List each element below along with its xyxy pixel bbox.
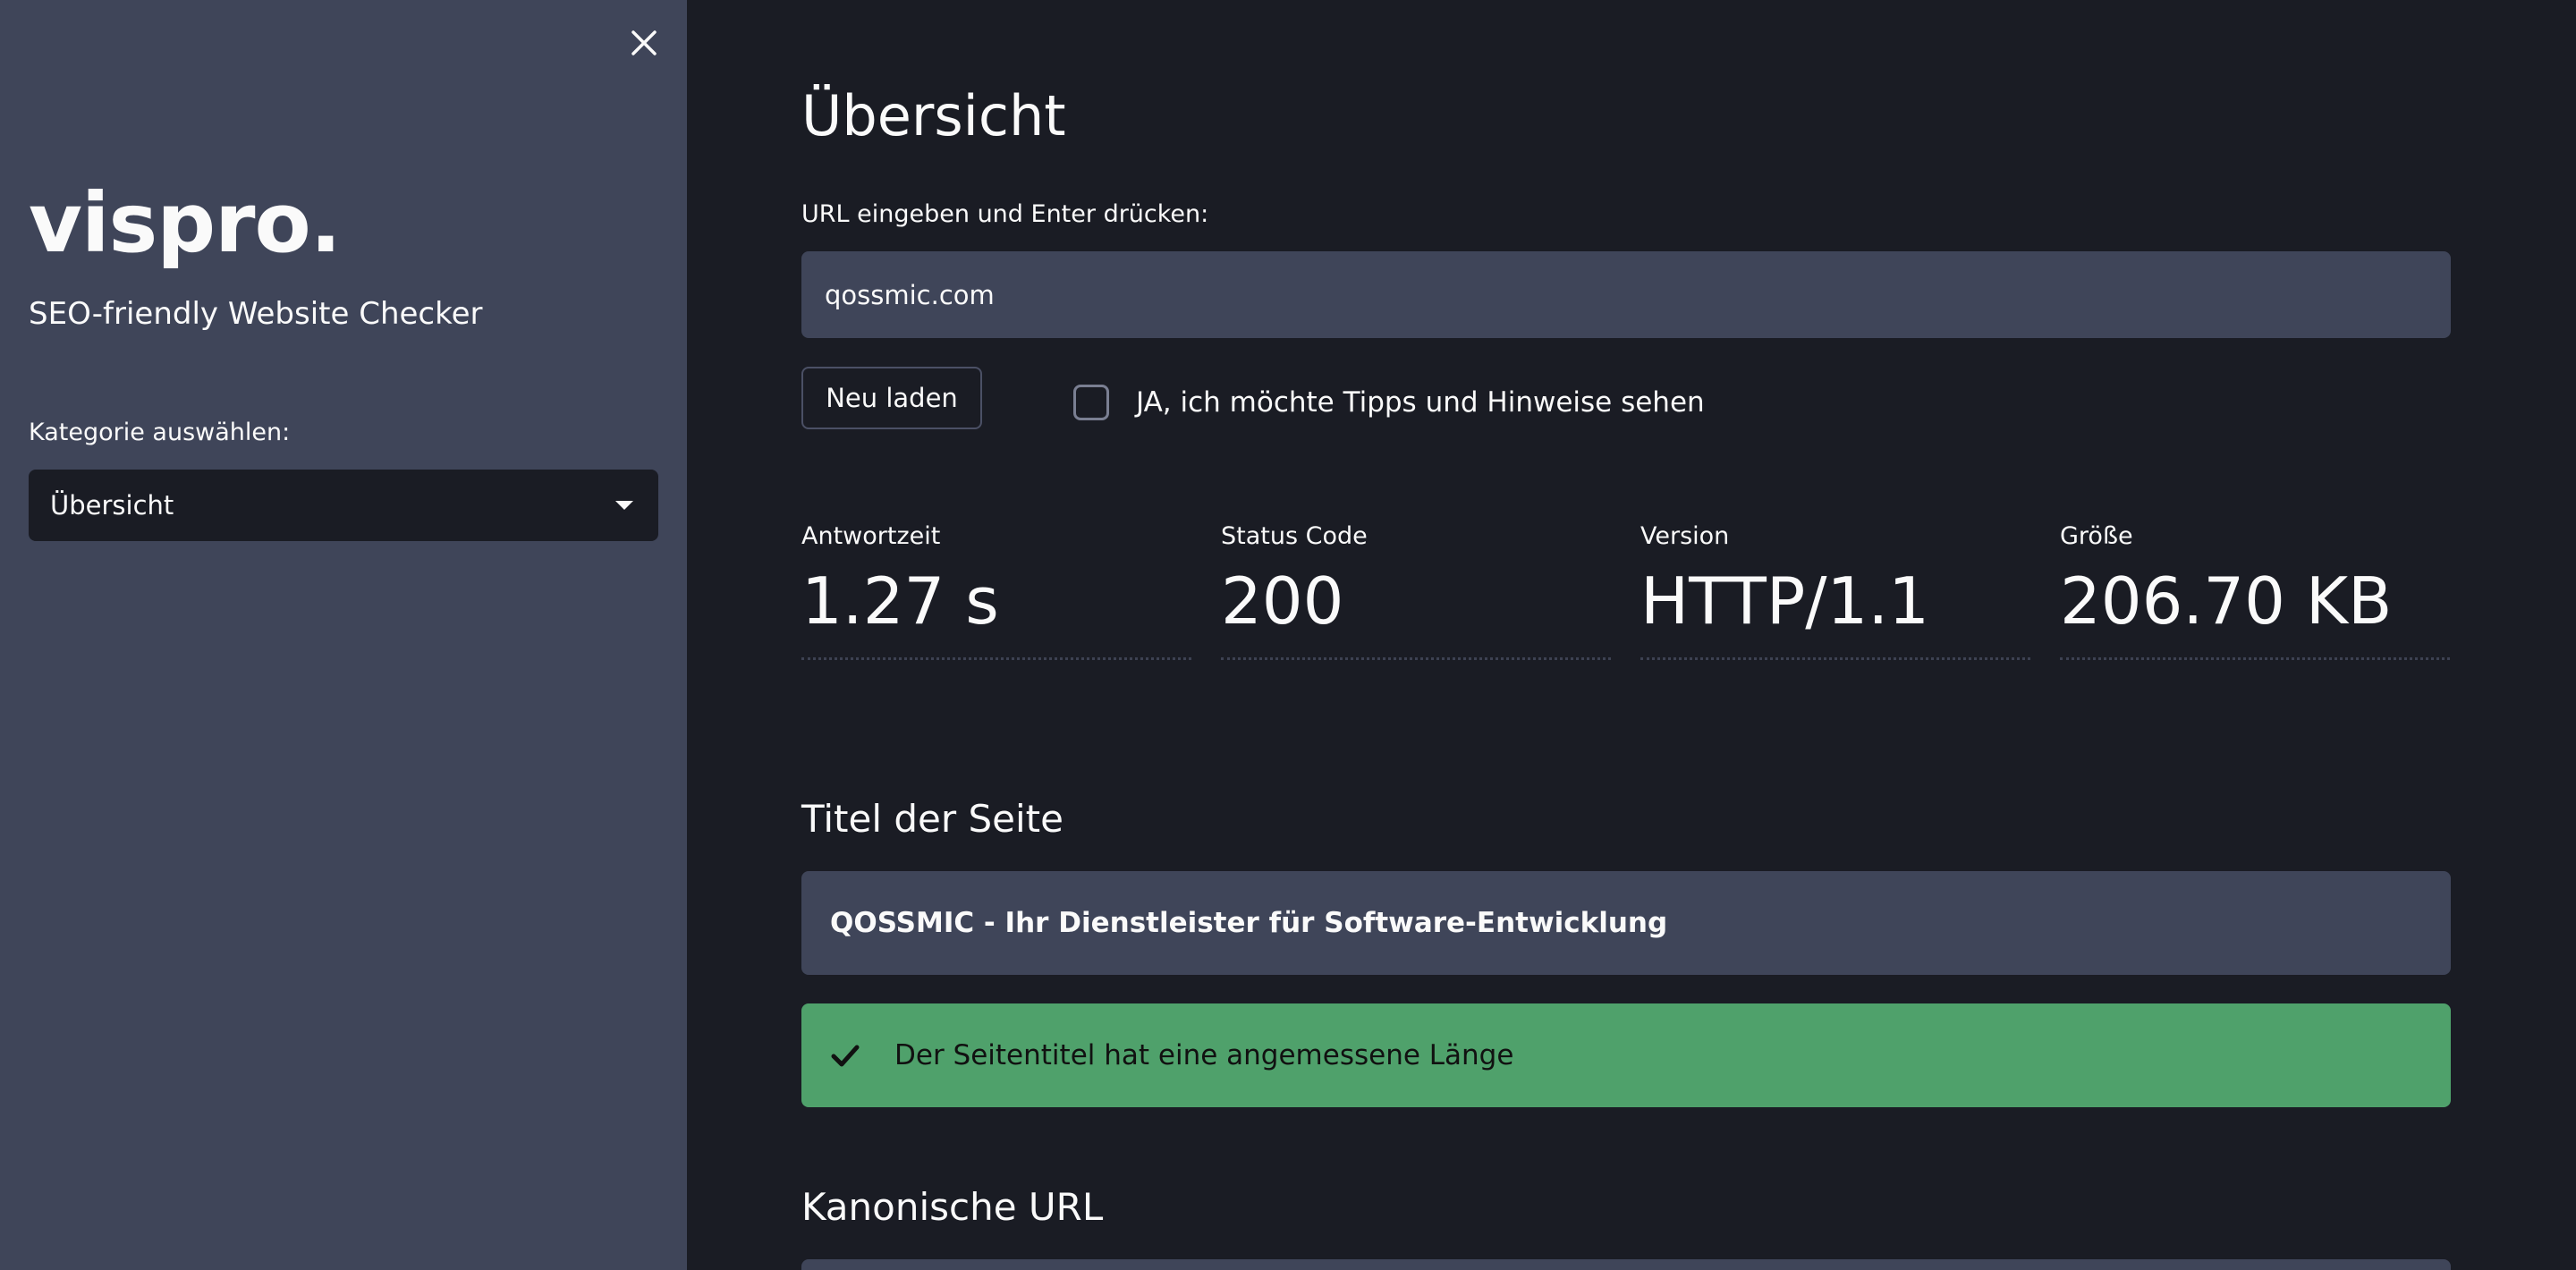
metric-label: Version <box>1640 522 1730 550</box>
sidebar: vispro. SEO-friendly Website Checker Kat… <box>0 0 687 1270</box>
success-message: Der Seitentitel hat eine angemessene Län… <box>894 1039 1514 1071</box>
metric-status-code: Status Code 200 <box>1221 519 1611 660</box>
metric-label: Antwortzeit <box>801 522 941 550</box>
metric-value: 1.27 s <box>801 563 999 639</box>
canonical-url-heading: Kanonische URL <box>801 1185 1104 1229</box>
tips-checkbox[interactable] <box>1073 385 1109 420</box>
app-root: vispro. SEO-friendly Website Checker Kat… <box>0 0 2576 1270</box>
category-select-value: Übersicht <box>50 490 174 521</box>
metrics-row: Antwortzeit 1.27 s Status Code 200 Versi… <box>801 519 2451 662</box>
metric-label: Status Code <box>1221 522 1368 550</box>
metric-response-time: Antwortzeit 1.27 s <box>801 519 1191 660</box>
reload-button[interactable]: Neu laden <box>801 367 982 429</box>
close-icon <box>631 30 657 55</box>
metric-value: HTTP/1.1 <box>1640 563 1930 639</box>
metric-size: Größe 206.70 KB <box>2060 519 2450 660</box>
checkmark-icon <box>831 1045 860 1067</box>
brand-logo-text: vispro. <box>29 175 342 271</box>
title-length-success-alert: Der Seitentitel hat eine angemessene Län… <box>801 1003 2451 1107</box>
category-select[interactable]: Übersicht <box>29 470 658 541</box>
metric-label: Größe <box>2060 522 2133 550</box>
brand-tagline: SEO-friendly Website Checker <box>29 296 483 332</box>
close-sidebar-button[interactable] <box>626 25 662 61</box>
url-input-label: URL eingeben und Enter drücken: <box>801 200 1209 228</box>
category-label: Kategorie auswählen: <box>29 419 291 446</box>
canonical-url-value <box>801 1259 2451 1270</box>
tips-checkbox-label[interactable]: JA, ich möchte Tipps und Hinweise sehen <box>1136 386 1705 419</box>
metric-version: Version HTTP/1.1 <box>1640 519 2030 660</box>
metric-value: 206.70 KB <box>2060 563 2393 639</box>
page-title: Übersicht <box>801 83 1066 148</box>
tips-checkbox-row[interactable]: JA, ich möchte Tipps und Hinweise sehen <box>1073 383 1705 422</box>
chevron-down-icon <box>615 501 633 510</box>
metric-value: 200 <box>1221 563 1344 639</box>
url-input[interactable]: qossmic.com <box>801 251 2451 338</box>
page-title-heading: Titel der Seite <box>801 797 1063 841</box>
main-content: Übersicht URL eingeben und Enter drücken… <box>687 0 2576 1270</box>
page-title-value: QOSSMIC - Ihr Dienstleister für Software… <box>801 871 2451 975</box>
